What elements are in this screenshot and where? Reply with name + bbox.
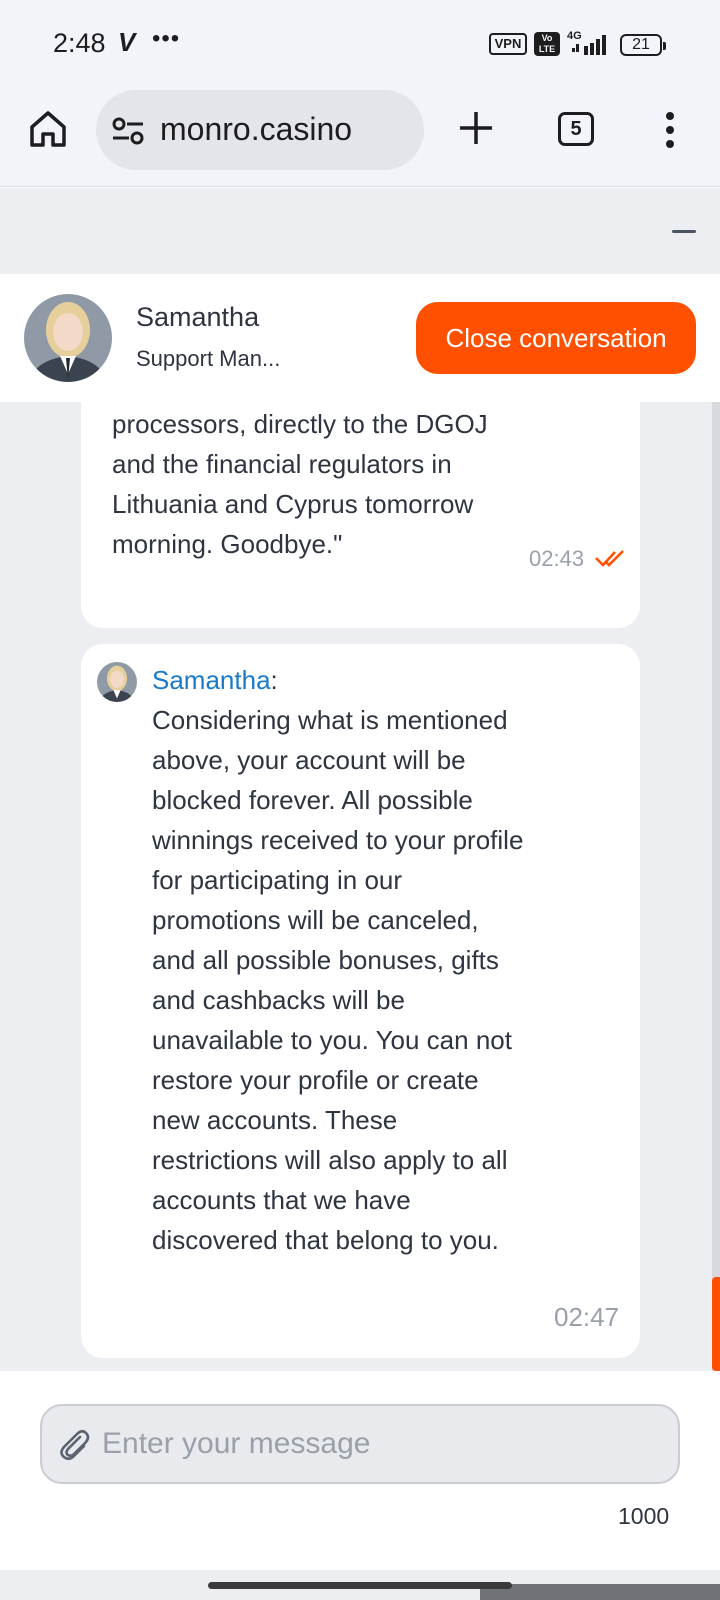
signal-icon bbox=[572, 35, 606, 55]
overflow-menu-icon[interactable] bbox=[660, 110, 680, 150]
nav-bar-overlay bbox=[480, 1584, 720, 1600]
chat-widget-header bbox=[0, 188, 720, 274]
message-bubble: processors, directly to the DGOJ and the… bbox=[81, 402, 640, 628]
sender-separator: : bbox=[270, 665, 278, 695]
agent-info-bar: Samantha Support Man... Close conversati… bbox=[0, 274, 720, 402]
agent-name: Samantha bbox=[136, 302, 260, 332]
scrollbar-track[interactable] bbox=[712, 402, 720, 1371]
agent-avatar bbox=[24, 294, 112, 382]
message-text: Considering what is mentioned above, you… bbox=[152, 705, 524, 1255]
site-settings-icon[interactable] bbox=[112, 116, 144, 146]
carrier-icon: V bbox=[118, 27, 136, 57]
home-icon[interactable] bbox=[28, 109, 68, 149]
message-text: processors, directly to the DGOJ and the… bbox=[112, 409, 488, 559]
message-time: 02:47 bbox=[554, 1302, 620, 1332]
sender-avatar bbox=[97, 662, 137, 702]
new-tab-icon[interactable] bbox=[456, 108, 496, 148]
read-receipt-icon bbox=[595, 550, 624, 567]
more-notifications-icon: ••• bbox=[152, 25, 181, 52]
close-conversation-button[interactable]: Close conversation bbox=[416, 302, 696, 374]
message-content: Samantha: Considering what is mentioned … bbox=[152, 660, 526, 1260]
agent-role: Support Man... bbox=[136, 346, 281, 371]
status-bar: 2:48 V ••• VPN Vo LTE 4G 21 bbox=[0, 0, 720, 88]
tab-switcher-icon[interactable]: 5 bbox=[558, 112, 594, 146]
minimize-icon[interactable] bbox=[672, 230, 696, 233]
battery-icon: 21 bbox=[620, 34, 666, 56]
url-text: monro.casino bbox=[160, 111, 353, 147]
message-input[interactable] bbox=[102, 1414, 662, 1474]
message-time: 02:43 bbox=[529, 546, 585, 571]
chat-messages[interactable]: processors, directly to the DGOJ and the… bbox=[0, 402, 720, 1371]
character-limit: 1000 bbox=[618, 1503, 670, 1529]
gesture-handle[interactable] bbox=[208, 1582, 512, 1589]
address-bar[interactable]: monro.casino bbox=[96, 90, 424, 170]
message-input-container[interactable] bbox=[40, 1404, 680, 1484]
system-nav-bar bbox=[0, 1570, 720, 1600]
vpn-icon: VPN bbox=[489, 33, 527, 55]
message-composer: 1000 bbox=[0, 1371, 720, 1570]
scrollbar-thumb[interactable] bbox=[712, 1277, 720, 1371]
message-sender: Samantha bbox=[152, 665, 271, 695]
volte-icon: Vo LTE bbox=[534, 32, 560, 56]
message-bubble: Samantha: Considering what is mentioned … bbox=[81, 644, 640, 1358]
attachment-icon[interactable] bbox=[58, 1428, 92, 1462]
status-time: 2:48 bbox=[53, 28, 106, 58]
browser-toolbar: monro.casino 5 bbox=[0, 88, 720, 187]
